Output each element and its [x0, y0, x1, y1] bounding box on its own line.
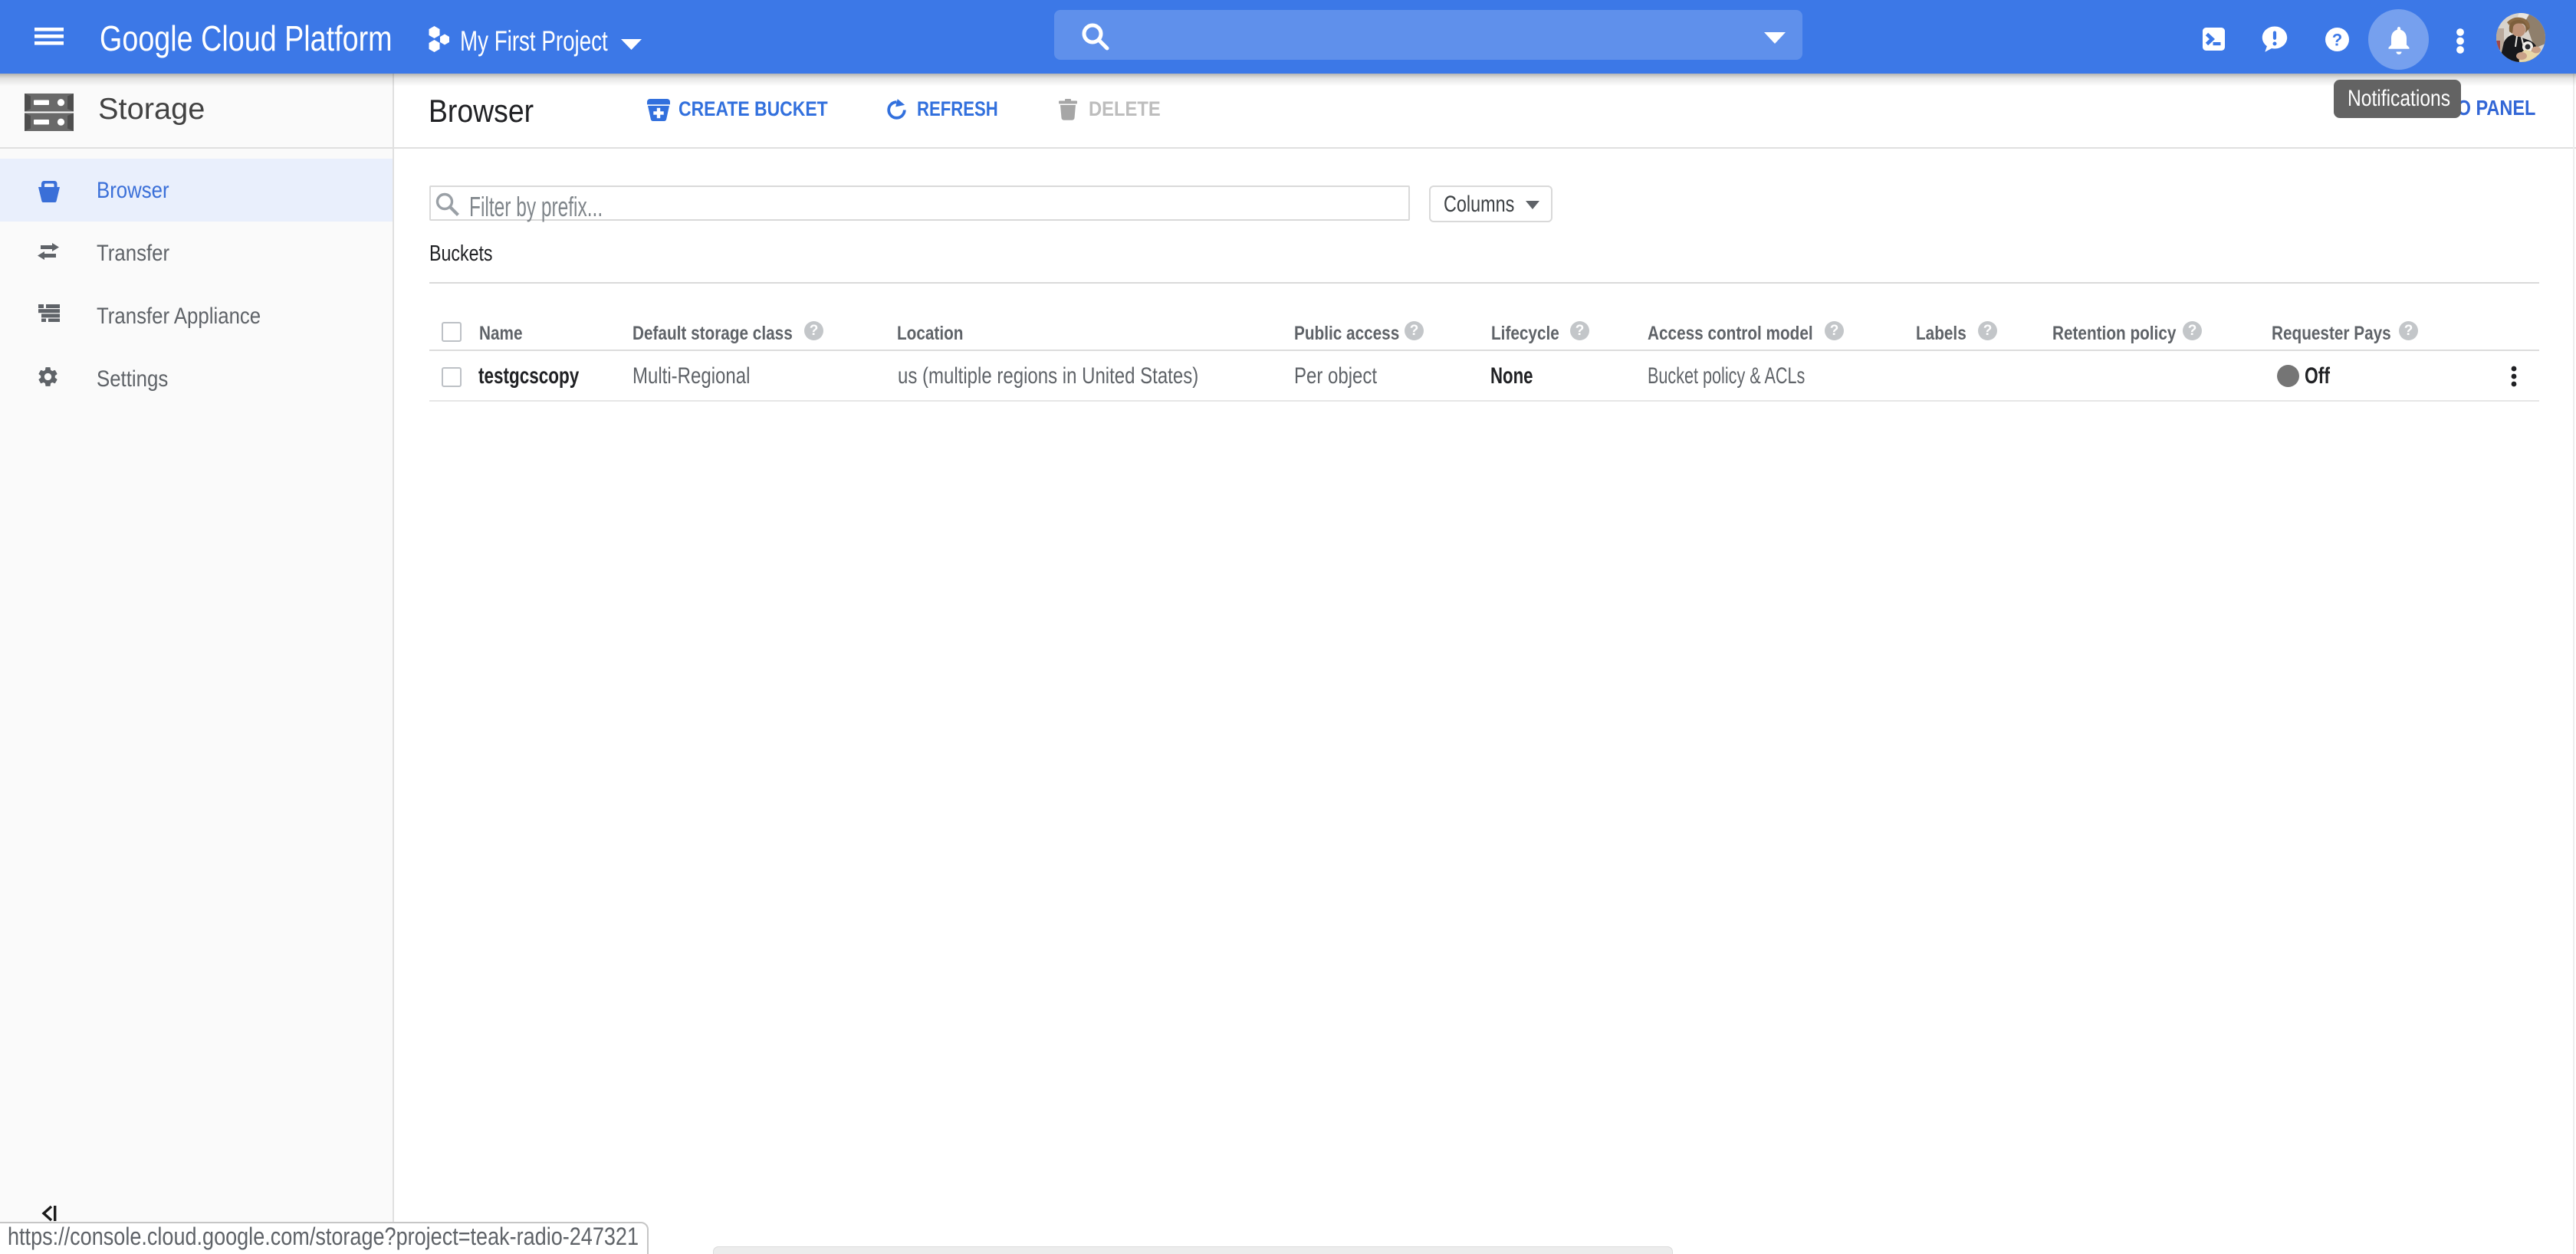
svg-text:?: ?	[2332, 31, 2342, 50]
